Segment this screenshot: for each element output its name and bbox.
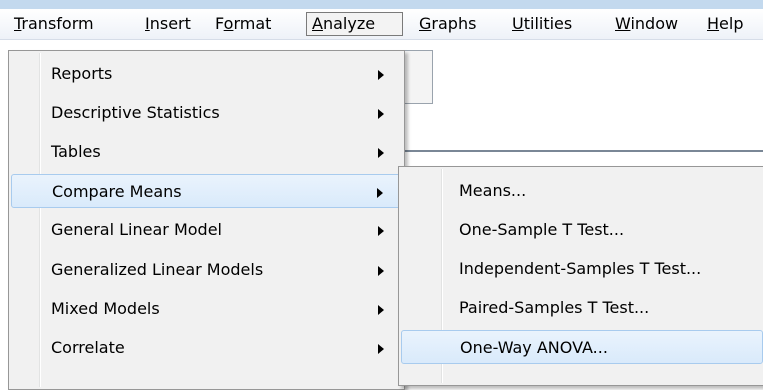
menu-item-label: One-Sample T Test... — [459, 220, 625, 239]
compare-means-submenu: Means... One-Sample T Test... Independen… — [398, 166, 763, 386]
menu-utilities-mnemonic: U — [512, 14, 524, 33]
menu-utilities[interactable]: Utilities — [507, 12, 577, 36]
submenu-arrow-icon — [378, 344, 384, 354]
menu-window[interactable]: Window — [610, 12, 683, 36]
menu-item-one-sample-t-test[interactable]: One-Sample T Test... — [401, 213, 763, 247]
submenu-arrow-icon — [378, 266, 384, 276]
menu-item-label: Mixed Models — [51, 299, 160, 318]
menu-item-tables[interactable]: Tables — [11, 135, 402, 169]
menu-item-correlate[interactable]: Correlate — [11, 331, 402, 365]
submenu-arrow-icon — [377, 188, 383, 198]
menu-item-label: Means... — [459, 181, 527, 200]
submenu-arrow-icon — [378, 305, 384, 315]
menu-item-label: Reports — [51, 64, 113, 83]
menu-help-mnemonic: H — [707, 14, 720, 33]
menu-item-label: Correlate — [51, 338, 125, 357]
menu-insert-label: nsert — [149, 14, 191, 33]
menu-item-label: Descriptive Statistics — [51, 103, 220, 122]
submenu-arrow-icon — [378, 226, 384, 236]
menu-item-generalized-linear-models[interactable]: Generalized Linear Models — [11, 253, 402, 287]
menu-item-label: Independent-Samples T Test... — [459, 259, 702, 278]
menu-insert[interactable]: Insert — [140, 12, 196, 36]
menu-graphs-mnemonic: G — [419, 14, 432, 33]
menu-item-paired-samples-t-test[interactable]: Paired-Samples T Test... — [401, 291, 763, 325]
menu-transform-label: ransform — [21, 14, 94, 33]
menu-item-mixed-models[interactable]: Mixed Models — [11, 292, 402, 326]
menu-format-label: rmat — [233, 14, 272, 33]
menu-format[interactable]: Format — [210, 12, 276, 36]
menu-bar: Transform Insert Format Analyze Graphs U… — [0, 9, 763, 40]
menu-window-label: indow — [630, 14, 679, 33]
menu-format-mnemonic: o — [223, 14, 234, 33]
menu-analyze[interactable]: Analyze — [306, 12, 403, 36]
toolbar-divider — [404, 150, 763, 152]
menu-item-one-way-anova[interactable]: One-Way ANOVA... — [401, 330, 763, 364]
menu-item-label: Compare Means — [52, 182, 182, 201]
menu-item-label: One-Way ANOVA... — [460, 338, 608, 357]
menu-item-label: Generalized Linear Models — [51, 260, 264, 279]
menu-item-independent-samples-t-test[interactable]: Independent-Samples T Test... — [401, 252, 763, 286]
menu-item-means[interactable]: Means... — [401, 174, 763, 208]
menu-graphs-label: raphs — [431, 14, 477, 33]
menu-item-descriptive-statistics[interactable]: Descriptive Statistics — [11, 96, 402, 130]
menu-item-compare-means[interactable]: Compare Means — [11, 174, 402, 208]
menu-transform[interactable]: Transform — [9, 12, 99, 36]
menu-graphs[interactable]: Graphs — [414, 12, 481, 36]
window-title-strip — [0, 0, 763, 9]
menu-item-label: Tables — [51, 142, 101, 161]
menu-item-general-linear-model[interactable]: General Linear Model — [11, 213, 402, 247]
submenu-arrow-icon — [378, 148, 384, 158]
menu-item-label: General Linear Model — [51, 220, 222, 239]
menu-analyze-mnemonic: A — [312, 14, 323, 33]
menu-analyze-label: nalyze — [322, 14, 376, 33]
menu-help-label: elp — [719, 14, 744, 33]
toolbar-button-edge — [404, 50, 433, 104]
menu-format-label-pre: F — [215, 14, 224, 33]
menu-help[interactable]: Help — [702, 12, 748, 36]
menu-window-mnemonic: W — [615, 14, 631, 33]
menu-utilities-label: tilities — [523, 14, 573, 33]
menu-item-label: Paired-Samples T Test... — [459, 298, 650, 317]
submenu-arrow-icon — [378, 109, 384, 119]
analyze-menu: Reports Descriptive Statistics Tables Co… — [8, 50, 405, 390]
submenu-arrow-icon — [378, 70, 384, 80]
menu-item-reports[interactable]: Reports — [11, 57, 402, 91]
